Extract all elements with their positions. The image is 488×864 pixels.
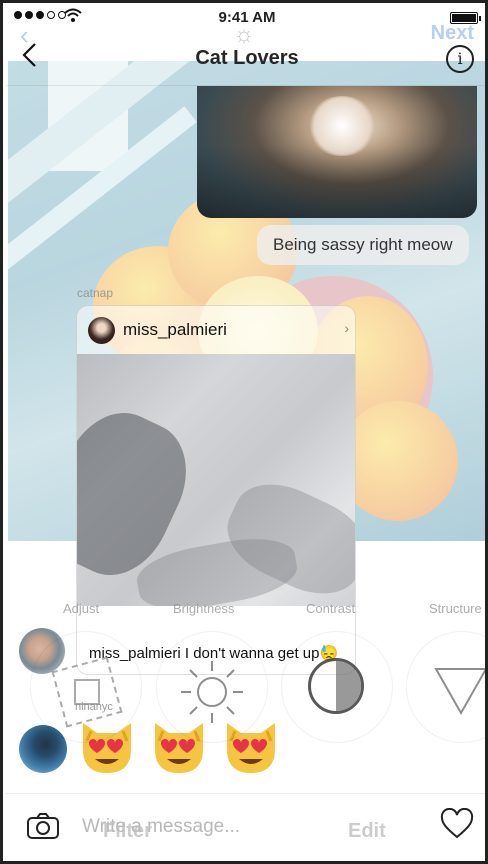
shared-post-label: catnap [77,286,114,300]
cat-photo-shade [197,146,477,218]
shared-post-image[interactable] [77,354,355,606]
camera-icon[interactable] [26,812,60,840]
shared-post-username[interactable]: miss_palmieri [123,320,227,340]
heart-icon[interactable] [440,808,474,840]
photo-leaf [338,401,458,521]
tool-label-contrast[interactable]: Contrast [306,601,355,616]
avatar[interactable] [88,317,115,344]
phone-frame: 9:41 AM ‹ ☼ Next Cat Lovers i Being sass… [0,0,488,864]
tab-edit[interactable]: Edit [348,820,386,843]
tool-label-adjust[interactable]: Adjust [63,601,99,616]
info-button[interactable]: i [446,45,474,73]
brightness-icon [181,661,243,723]
tool-label-brightness[interactable]: Brightness [173,601,234,616]
nav-bar: ‹ ☼ Next Cat Lovers i [6,21,485,86]
contrast-icon [308,658,364,714]
tool-label-structure[interactable]: Structure [429,601,482,616]
message-composer: Filter Edit [6,793,485,861]
image-message[interactable] [197,86,477,218]
structure-icon [434,668,485,716]
shared-post-card[interactable]: miss_palmieri › miss_palmieri I don't wa… [76,305,356,675]
chevron-right-icon: › [344,320,349,336]
next-button[interactable]: Next [431,22,474,45]
edit-tool-labels: Adjust Brightness Contrast Structure [3,601,485,619]
tab-filter[interactable]: Filter [103,820,152,843]
shared-post-header: miss_palmieri › [77,306,355,354]
text-message[interactable]: Being sassy right meow [257,225,469,265]
brightness-icon: ☼ [233,21,255,48]
page-title: Cat Lovers [195,47,299,69]
